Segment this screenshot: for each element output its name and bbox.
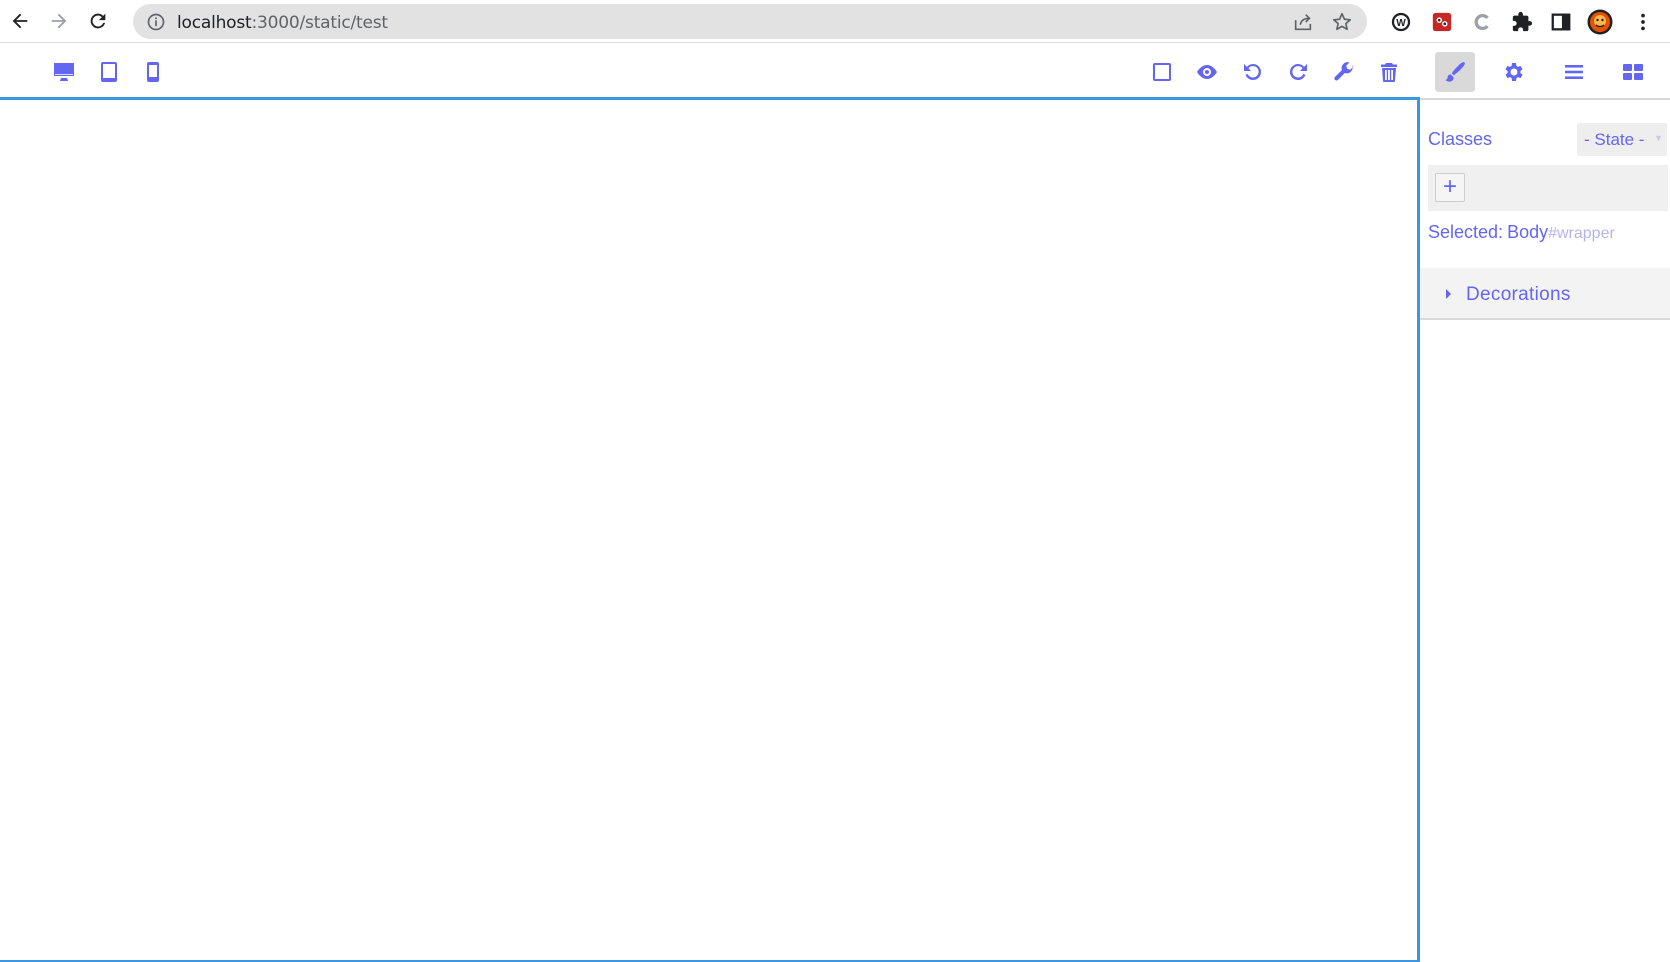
editor-canvas[interactable] bbox=[0, 100, 1420, 962]
arrow-left-icon bbox=[12, 13, 28, 29]
back-button[interactable] bbox=[4, 5, 36, 37]
info-icon[interactable] bbox=[146, 12, 166, 32]
paintbrush-icon bbox=[1445, 62, 1465, 82]
device-tablet-button[interactable] bbox=[94, 58, 124, 86]
add-class-button[interactable]: + bbox=[1435, 173, 1465, 202]
code-settings-button[interactable] bbox=[1329, 58, 1359, 86]
extensions-puzzle-icon[interactable] bbox=[1509, 9, 1535, 35]
desktop-icon bbox=[54, 63, 74, 81]
selected-name: Body bbox=[1507, 222, 1549, 242]
right-side-panel: Classes - State - ▼ + Selected: Body#wrap… bbox=[1420, 44, 1670, 962]
settings-tab[interactable] bbox=[1494, 52, 1534, 92]
layer-manager-tab[interactable] bbox=[1554, 52, 1594, 92]
caret-right-icon bbox=[1446, 289, 1451, 299]
url-host: localhost bbox=[177, 13, 252, 33]
redo-button[interactable] bbox=[1283, 58, 1313, 86]
layers-menu-icon bbox=[1565, 65, 1583, 79]
panel-tabs bbox=[1420, 44, 1670, 100]
tablet-icon bbox=[101, 62, 117, 82]
component-outline-button[interactable] bbox=[1147, 58, 1177, 86]
classes-label: Classes bbox=[1428, 129, 1493, 149]
c-extension-icon[interactable] bbox=[1469, 9, 1495, 35]
profile-avatar-icon[interactable] bbox=[1587, 9, 1613, 35]
sector-decorations[interactable]: Decorations bbox=[1420, 268, 1670, 320]
bookmark-star-icon[interactable] bbox=[1331, 11, 1353, 33]
undo-icon bbox=[1244, 64, 1261, 80]
browser-menu-icon[interactable] bbox=[1630, 9, 1656, 35]
state-select-value: - State - bbox=[1584, 130, 1645, 149]
gear-icon bbox=[1505, 63, 1523, 81]
device-mobile-button[interactable] bbox=[138, 58, 168, 86]
wordpress-extension-icon[interactable]: W bbox=[1388, 9, 1414, 35]
reload-button[interactable] bbox=[82, 5, 114, 37]
side-panel-icon[interactable] bbox=[1548, 9, 1574, 35]
editor-top-bar bbox=[0, 44, 1420, 100]
preview-button[interactable] bbox=[1192, 58, 1222, 86]
undo-button[interactable] bbox=[1238, 58, 1268, 86]
selected-id: #wrapper bbox=[1548, 225, 1615, 242]
selected-label: Selected: bbox=[1428, 222, 1504, 242]
state-select[interactable]: - State - ▼ bbox=[1577, 123, 1667, 156]
sector-title: Decorations bbox=[1466, 284, 1571, 305]
reload-icon bbox=[90, 13, 106, 29]
share-icon[interactable] bbox=[1292, 11, 1314, 33]
clear-canvas-button[interactable] bbox=[1374, 58, 1404, 86]
browser-toolbar: localhost:3000/static/test W bbox=[0, 0, 1670, 43]
selected-component: Selected: Body#wrapper bbox=[1428, 222, 1615, 243]
chevron-down-icon: ▼ bbox=[1654, 133, 1663, 143]
mobile-icon bbox=[147, 62, 159, 82]
svg-text:W: W bbox=[1396, 18, 1406, 29]
red-extension-icon[interactable] bbox=[1429, 9, 1455, 35]
blocks-tab[interactable] bbox=[1613, 52, 1653, 92]
trash-icon bbox=[1381, 63, 1397, 82]
arrow-right-icon bbox=[51, 13, 67, 29]
forward-button[interactable] bbox=[43, 5, 75, 37]
url-text[interactable]: localhost:3000/static/test bbox=[177, 13, 388, 33]
page-builder-editor: Classes - State - ▼ + Selected: Body#wrap… bbox=[0, 44, 1670, 962]
style-manager-tab[interactable] bbox=[1435, 52, 1475, 92]
wrench-icon bbox=[1334, 62, 1354, 81]
square-outline-icon bbox=[1153, 63, 1171, 81]
redo-icon bbox=[1290, 64, 1307, 80]
address-bar[interactable]: localhost:3000/static/test bbox=[133, 4, 1367, 39]
grid-blocks-icon bbox=[1623, 64, 1643, 80]
url-path: :3000/static/test bbox=[251, 13, 389, 33]
class-tags-container: + bbox=[1428, 165, 1668, 211]
eye-icon bbox=[1197, 65, 1217, 79]
device-desktop-button[interactable] bbox=[49, 58, 79, 86]
